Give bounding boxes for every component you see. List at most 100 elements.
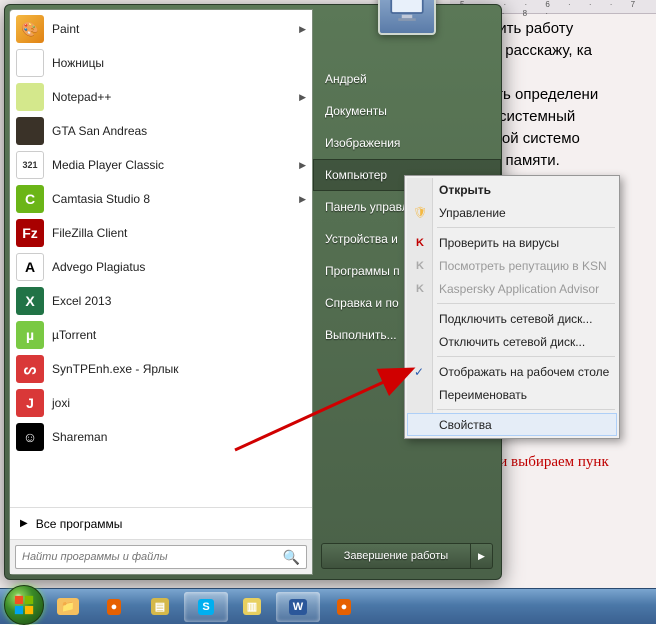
kaspersky-icon: K	[412, 258, 428, 274]
program-label: Paint	[52, 22, 299, 36]
right-item-label: Андрей	[325, 72, 367, 86]
context-item-свойства[interactable]: Свойства	[407, 413, 617, 436]
context-item-отключить-сетевой-диск-[interactable]: Отключить сетевой диск...	[407, 330, 617, 353]
taskbar-item-firefox2[interactable]: ●	[322, 592, 366, 622]
taskbar-item-firefox[interactable]: ●	[92, 592, 136, 622]
taskbar-item-skype[interactable]: S	[184, 592, 228, 622]
arrow-right-icon: ▶	[20, 518, 28, 529]
right-item-label: Изображения	[325, 136, 400, 150]
context-item-label: Подключить сетевой диск...	[439, 312, 592, 326]
right-item-label: Выполнить...	[325, 328, 397, 342]
shutdown-label: Завершение работы	[344, 550, 448, 562]
context-item-label: Отключить сетевой диск...	[439, 335, 585, 349]
context-item-label: Управление	[439, 206, 506, 220]
context-menu-separator	[437, 227, 615, 228]
programs-list: 🎨 Paint ▶✂ Ножницы Notepad++ ▶ GTA San A…	[10, 10, 312, 507]
taskbar-item-word[interactable]: W	[276, 592, 320, 622]
program-item--torrent[interactable]: µ µTorrent	[10, 318, 312, 352]
program-label: FileZilla Client	[52, 226, 306, 240]
taskbar: 📁 ● ▤ S ▥ W ●	[0, 588, 656, 624]
search-icon[interactable]: 🔍	[283, 549, 300, 566]
user-picture[interactable]	[378, 0, 436, 35]
program-label: Shareman	[52, 430, 306, 444]
firefox-icon: ●	[103, 596, 125, 618]
app-icon	[16, 83, 44, 111]
program-label: Excel 2013	[52, 294, 306, 308]
shield-icon: 🛡	[412, 205, 428, 221]
submenu-arrow-icon: ▶	[299, 24, 306, 35]
submenu-arrow-icon: ▶	[299, 92, 306, 103]
explorer-icon: 📁	[57, 596, 79, 618]
context-item-label: Открыть	[439, 183, 491, 197]
app-icon: µ	[16, 321, 44, 349]
shutdown-options-button[interactable]: ▶	[471, 543, 493, 569]
program-item-gta-san-andreas[interactable]: GTA San Andreas	[10, 114, 312, 148]
program-label: joxi	[52, 396, 306, 410]
context-item-посмотреть-репутацию-в-ksn: K Посмотреть репутацию в KSN	[407, 254, 617, 277]
app-icon: ✂	[16, 49, 44, 77]
program-item-shareman[interactable]: ☺ Shareman	[10, 420, 312, 454]
context-item-отображать-на-рабочем-столе[interactable]: ✓ Отображать на рабочем столе	[407, 360, 617, 383]
context-menu-separator	[437, 356, 615, 357]
program-item-camtasia-studio-8[interactable]: C Camtasia Studio 8 ▶	[10, 182, 312, 216]
context-item-управление[interactable]: 🛡 Управление	[407, 201, 617, 224]
app-icon	[16, 117, 44, 145]
start-left-pane: 🎨 Paint ▶✂ Ножницы Notepad++ ▶ GTA San A…	[9, 9, 313, 575]
program-label: GTA San Andreas	[52, 124, 306, 138]
kaspersky-icon: K	[412, 281, 428, 297]
notes-icon: ▤	[149, 596, 171, 618]
context-item-переименовать[interactable]: Переименовать	[407, 383, 617, 406]
app-icon: 321	[16, 151, 44, 179]
monitor-icon	[386, 0, 428, 27]
search-box[interactable]: 🔍	[15, 545, 307, 569]
all-programs-button[interactable]: ▶ Все программы	[10, 507, 312, 539]
program-label: Media Player Classic	[52, 158, 299, 172]
program-item-excel-2013[interactable]: X Excel 2013	[10, 284, 312, 318]
program-item-joxi[interactable]: J joxi	[10, 386, 312, 420]
submenu-arrow-icon: ▶	[299, 194, 306, 205]
app-icon: C	[16, 185, 44, 213]
all-programs-label: Все программы	[36, 517, 123, 531]
sticky-icon: ▥	[241, 596, 263, 618]
right-item-label: Программы п	[325, 264, 400, 278]
kaspersky-icon: K	[412, 235, 428, 251]
right-item-label: Справка и по	[325, 296, 399, 310]
skype-icon: S	[195, 596, 217, 618]
context-item-открыть[interactable]: Открыть	[407, 178, 617, 201]
context-item-проверить-на-вирусы[interactable]: K Проверить на вирусы	[407, 231, 617, 254]
context-item-label: Проверить на вирусы	[439, 236, 559, 250]
context-item-label: Отображать на рабочем столе	[439, 365, 609, 379]
program-item-notepad-[interactable]: Notepad++ ▶	[10, 80, 312, 114]
right-item-изображения[interactable]: Изображения	[313, 127, 501, 159]
app-icon: 🎨	[16, 15, 44, 43]
program-item-filezilla-client[interactable]: Fz FileZilla Client	[10, 216, 312, 250]
app-icon: ☺	[16, 423, 44, 451]
windows-logo-icon	[13, 594, 35, 616]
doc-red-text: р и выбираем пунк	[488, 454, 609, 471]
taskbar-item-notes[interactable]: ▤	[138, 592, 182, 622]
context-item-label: Посмотреть репутацию в KSN	[439, 259, 607, 273]
check-icon: ✓	[414, 365, 424, 379]
context-item-подключить-сетевой-диск-[interactable]: Подключить сетевой диск...	[407, 307, 617, 330]
program-item-advego-plagiatus[interactable]: А Advego Plagiatus	[10, 250, 312, 284]
submenu-arrow-icon: ▶	[299, 160, 306, 171]
context-item-label: Kaspersky Application Advisor	[439, 282, 599, 296]
shutdown-button[interactable]: Завершение работы	[321, 543, 471, 569]
right-item-label: Компьютер	[325, 168, 387, 182]
start-button[interactable]	[4, 585, 44, 625]
search-row: 🔍	[10, 539, 312, 574]
program-item-paint[interactable]: 🎨 Paint ▶	[10, 12, 312, 46]
app-icon: А	[16, 253, 44, 281]
program-item-media-player-classic[interactable]: 321 Media Player Classic ▶	[10, 148, 312, 182]
taskbar-item-explorer[interactable]: 📁	[46, 592, 90, 622]
search-input[interactable]	[22, 551, 283, 563]
program-item--[interactable]: ✂ Ножницы	[10, 46, 312, 80]
app-icon: J	[16, 389, 44, 417]
program-item-syntpenh-exe-[interactable]: ᔕ SynTPEnh.exe - Ярлык	[10, 352, 312, 386]
right-item-андрей[interactable]: Андрей	[313, 63, 501, 95]
taskbar-item-sticky[interactable]: ▥	[230, 592, 274, 622]
program-label: Notepad++	[52, 90, 299, 104]
firefox2-icon: ●	[333, 596, 355, 618]
word-icon: W	[287, 596, 309, 618]
right-item-документы[interactable]: Документы	[313, 95, 501, 127]
